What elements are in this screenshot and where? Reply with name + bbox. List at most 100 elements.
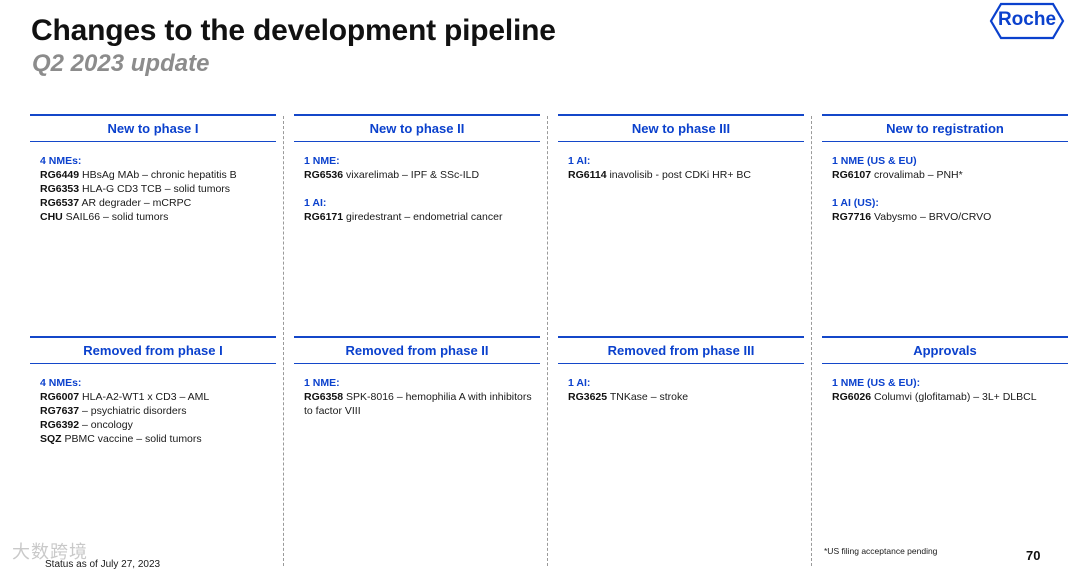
roche-logo: Roche: [989, 2, 1065, 40]
molecule-description: – psychiatric disorders: [82, 405, 187, 417]
panel-heading: New to phase I: [30, 114, 276, 142]
pipeline-item: RG6353 HLA-G CD3 TCB – solid tumors: [40, 182, 276, 196]
pipeline-panel: Removed from phase II 1 NME: RG6358 SPK-80…: [294, 336, 540, 418]
molecule-description: Columvi (glofitamab) – 3L+ DLBCL: [874, 391, 1037, 403]
panel-heading: Removed from phase II: [294, 336, 540, 364]
molecule-code: RG7637: [40, 405, 80, 417]
roche-logo-text: Roche: [997, 9, 1057, 30]
molecule-description: Vabysmo – BRVO/CRVO: [874, 211, 992, 223]
panel-heading: New to phase III: [558, 114, 804, 142]
pipeline-group: 1 NME: RG6358 SPK-8016 – hemophilia A wit…: [304, 376, 540, 418]
pipeline-group: 1 AI (US): RG7716 Vabysmo – BRVO/CRVO: [832, 196, 1068, 224]
pipeline-item: RG6107 crovalimab – PNH*: [832, 168, 1068, 182]
pipeline-item: RG6026 Columvi (glofitamab) – 3L+ DLBCL: [832, 390, 1068, 404]
group-label: 1 NME:: [304, 155, 340, 167]
page-number: 70: [1026, 548, 1041, 563]
pipeline-panel: New to phase I4 NMEs: RG6449 HBsAg MAb – …: [30, 114, 276, 224]
pipeline-item: RG6007 HLA-A2-WT1 x CD3 – AML: [40, 390, 276, 404]
pipeline-item: CHU SAIL66 – solid tumors: [40, 210, 276, 224]
molecule-description: TNKase – stroke: [609, 391, 689, 403]
footnote: *US filing acceptance pending: [824, 546, 938, 556]
pipeline-group: 1 AI: RG6114 inavolisib - post CDKi HR+ B…: [568, 154, 804, 182]
column-divider: [283, 116, 284, 566]
molecule-description: HLA-A2-WT1 x CD3 – AML: [82, 391, 210, 403]
molecule-description: giredestrant – endometrial cancer: [346, 211, 503, 223]
molecule-code: RG6536: [304, 169, 344, 181]
molecule-code: RG6114: [568, 169, 607, 181]
pipeline-panel: Removed from phase I4 NMEs: RG6007 HLA-A2…: [30, 336, 276, 446]
page-subtitle: Q2 2023 update: [32, 50, 210, 77]
pipeline-group: 4 NMEs: RG6007 HLA-A2-WT1 x CD3 – AML RG76…: [40, 376, 276, 446]
pipeline-item: RG6536 vixarelimab – IPF & SSc-ILD: [304, 168, 540, 182]
molecule-description: – oncology: [82, 419, 133, 431]
watermark: 大数跨境: [12, 542, 88, 562]
pipeline-item: RG6171 giredestrant – endometrial cancer: [304, 210, 540, 224]
group-label: 1 NME (US & EU):: [832, 377, 921, 389]
pipeline-item: RG7637 – psychiatric disorders: [40, 404, 276, 418]
pipeline-panel: New to registration 1 NME (US & EU) RG6107…: [822, 114, 1068, 224]
column-divider: [547, 116, 548, 566]
molecule-description: PBMC vaccine – solid tumors: [64, 433, 202, 445]
panel-body: 1 NME (US & EU): RG6026 Columvi (glofitam…: [822, 364, 1068, 404]
molecule-code: RG6007: [40, 391, 80, 403]
molecule-code: RG3625: [568, 391, 608, 403]
pipeline-item: RG3625 TNKase – stroke: [568, 390, 804, 404]
molecule-code: RG6449: [40, 169, 80, 181]
pipeline-group: 1 NME: RG6536 vixarelimab – IPF & SSc-ILD: [304, 154, 540, 182]
molecule-code: SQZ: [40, 433, 62, 445]
molecule-description: AR degrader – mCRPC: [81, 197, 192, 209]
pipeline-group: 1 AI: RG6171 giredestrant – endometrial c…: [304, 196, 540, 224]
molecule-code: CHU: [40, 211, 63, 223]
pipeline-item: RG6449 HBsAg MAb – chronic hepatitis B: [40, 168, 276, 182]
panel-body: 4 NMEs: RG6007 HLA-A2-WT1 x CD3 – AML RG76…: [30, 364, 276, 446]
molecule-code: RG7716: [832, 211, 872, 223]
panel-body: 1 NME (US & EU) RG6107 crovalimab – PNH* 1…: [822, 142, 1068, 224]
molecule-code: RG6171: [304, 211, 344, 223]
molecule-description: HLA-G CD3 TCB – solid tumors: [82, 183, 231, 195]
panel-body: 1 AI: RG3625 TNKase – stroke: [558, 364, 804, 404]
pipeline-item: SQZ PBMC vaccine – solid tumors: [40, 432, 276, 446]
molecule-description: crovalimab – PNH*: [874, 169, 963, 181]
pipeline-item: RG6114 inavolisib - post CDKi HR+ BC: [568, 168, 804, 182]
panel-body: 1 NME: RG6536 vixarelimab – IPF & SSc-ILD…: [294, 142, 540, 224]
molecule-code: RG6392: [40, 419, 80, 431]
group-label: 1 AI (US):: [832, 197, 879, 209]
pipeline-item: RG7716 Vabysmo – BRVO/CRVO: [832, 210, 1068, 224]
group-label: 1 AI:: [568, 155, 591, 167]
molecule-code: RG6026: [832, 391, 872, 403]
panel-body: 4 NMEs: RG6449 HBsAg MAb – chronic hepati…: [30, 142, 276, 224]
molecule-description: vixarelimab – IPF & SSc-ILD: [346, 169, 480, 181]
molecule-description: SAIL66 – solid tumors: [65, 211, 169, 223]
pipeline-item: RG6392 – oncology: [40, 418, 276, 432]
group-label: 1 AI:: [304, 197, 327, 209]
panel-heading: Removed from phase III: [558, 336, 804, 364]
group-label: 4 NMEs:: [40, 155, 82, 167]
pipeline-item: RG6358 SPK-8016 – hemophilia A with inhi…: [304, 390, 540, 418]
panel-heading: Approvals: [822, 336, 1068, 364]
group-label: 1 NME:: [304, 377, 340, 389]
pipeline-group: 1 NME (US & EU): RG6026 Columvi (glofitam…: [832, 376, 1068, 404]
group-label: 4 NMEs:: [40, 377, 82, 389]
pipeline-panel: New to phase II 1 NME: RG6536 vixarelimab …: [294, 114, 540, 224]
page-title: Changes to the development pipeline: [31, 14, 556, 47]
panel-body: 1 AI: RG6114 inavolisib - post CDKi HR+ B…: [558, 142, 804, 182]
molecule-code: RG6107: [832, 169, 872, 181]
pipeline-panel: New to phase III 1 AI: RG6114 inavolisib -…: [558, 114, 804, 182]
pipeline-item: RG6537 AR degrader – mCRPC: [40, 196, 276, 210]
panel-body: 1 NME: RG6358 SPK-8016 – hemophilia A wit…: [294, 364, 540, 418]
molecule-code: RG6353: [40, 183, 80, 195]
panel-heading: New to phase II: [294, 114, 540, 142]
column-divider: [811, 116, 812, 566]
pipeline-group: 1 NME (US & EU) RG6107 crovalimab – PNH*: [832, 154, 1068, 182]
pipeline-group: 1 AI: RG3625 TNKase – stroke: [568, 376, 804, 404]
group-label: 1 NME (US & EU): [832, 155, 917, 167]
molecule-code: RG6358: [304, 391, 344, 403]
panel-heading: Removed from phase I: [30, 336, 276, 364]
molecule-code: RG6537: [40, 197, 80, 209]
molecule-description: HBsAg MAb – chronic hepatitis B: [82, 169, 237, 181]
pipeline-panel: Approvals 1 NME (US & EU): RG6026 Columvi …: [822, 336, 1068, 404]
molecule-description: inavolisib - post CDKi HR+ BC: [609, 169, 751, 181]
group-label: 1 AI:: [568, 377, 591, 389]
pipeline-panel: Removed from phase III 1 AI: RG3625 TNKase…: [558, 336, 804, 404]
pipeline-group: 4 NMEs: RG6449 HBsAg MAb – chronic hepati…: [40, 154, 276, 224]
